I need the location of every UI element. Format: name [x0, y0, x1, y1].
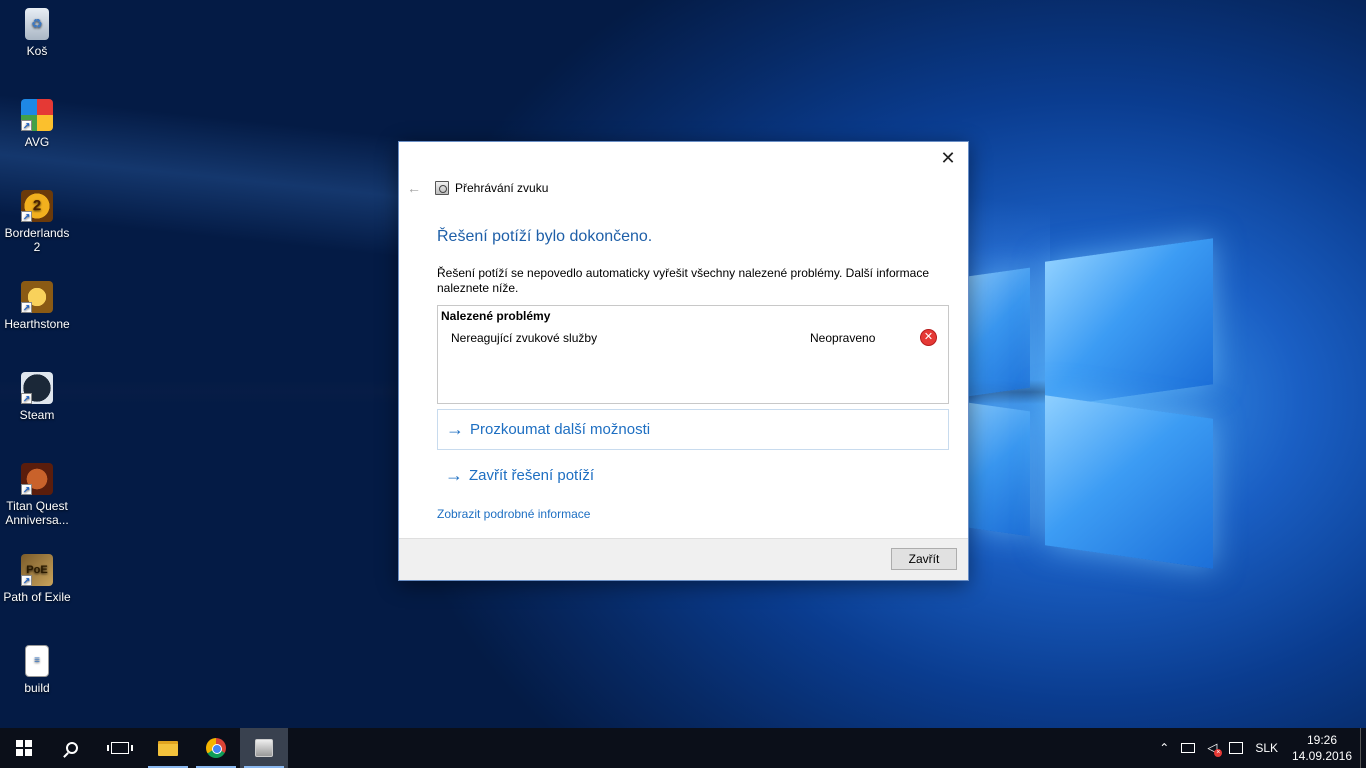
path-of-exile-icon: PoE ↗ [21, 554, 53, 586]
task-view-icon [107, 742, 133, 754]
arrow-right-icon: → [446, 419, 464, 439]
clock-button[interactable]: 19:26 14.09.2016 [1284, 728, 1360, 768]
windows-logo-icon [16, 740, 32, 756]
chrome-icon [206, 738, 226, 758]
dialog-heading: Řešení potíží bylo dokončeno. [437, 228, 653, 245]
input-language-button[interactable]: SLK [1249, 728, 1284, 768]
wallpaper-logo-pane [1045, 238, 1213, 408]
desktop-icon-label: Hearthstone [4, 317, 70, 331]
desktop-icon-borderlands-2[interactable]: 2 ↗ Borderlands 2 [0, 190, 74, 254]
back-arrow-icon[interactable]: ← [407, 180, 427, 196]
volume-button[interactable]: ◁ × [1201, 728, 1223, 768]
shortcut-arrow-icon: ↗ [21, 120, 32, 131]
desktop-icon-avg[interactable]: ↗ AVG [0, 99, 74, 149]
hearthstone-icon: ↗ [21, 281, 53, 313]
desktop-icon-path-of-exile[interactable]: PoE ↗ Path of Exile [0, 554, 74, 604]
folder-icon [158, 740, 178, 756]
desktop-icon-label: Borderlands 2 [4, 226, 70, 254]
taskbar-troubleshooter[interactable] [240, 728, 288, 768]
wallpaper-logo-pane [968, 402, 1030, 537]
desktop-icon-label: Koš [26, 44, 48, 58]
mute-badge-icon: × [1214, 749, 1223, 757]
troubleshooter-app-icon [435, 181, 449, 195]
dialog-footer: Zavřít [399, 538, 968, 580]
titan-quest-icon: ↗ [21, 463, 53, 495]
desktop-icon-label: AVG [24, 135, 50, 149]
network-button[interactable] [1175, 728, 1201, 768]
clock-date: 14.09.2016 [1291, 749, 1353, 763]
system-tray: ⌃ ◁ × SLK 19:26 14.09.2016 [1153, 728, 1366, 768]
task-view-button[interactable] [96, 728, 144, 768]
close-button[interactable]: Zavřít [891, 548, 957, 570]
shortcut-arrow-icon: ↗ [21, 302, 32, 313]
view-details-link[interactable]: Zobrazit podrobné informace [437, 507, 590, 521]
desktop-icon-build[interactable]: ≡ build [0, 645, 74, 695]
start-button[interactable] [0, 728, 48, 768]
search-icon [66, 742, 78, 754]
desktop-icon-label: build [24, 681, 50, 695]
steam-icon: ↗ [21, 372, 53, 404]
arrow-right-icon: → [445, 465, 463, 485]
troubleshooter-icon [255, 739, 273, 757]
desktop-icon-steam[interactable]: ↗ Steam [0, 372, 74, 422]
dialog-nav-title: Přehrávání zvuku [455, 181, 549, 195]
explore-options-label: Prozkoumat další možnosti [470, 421, 651, 438]
action-center-button[interactable] [1223, 728, 1249, 768]
network-icon [1181, 743, 1196, 753]
taskbar-file-explorer[interactable] [144, 728, 192, 768]
borderlands-glyph: 2 [32, 197, 42, 214]
desktop-icon-label: Steam [19, 408, 55, 422]
close-icon[interactable]: ✕ [934, 146, 962, 170]
desktop-icon-titan-quest[interactable]: ↗ Titan Quest Anniversa... [0, 463, 74, 527]
shortcut-arrow-icon: ↗ [21, 211, 32, 222]
desktop-icon-hearthstone[interactable]: ↗ Hearthstone [0, 281, 74, 331]
notification-icon [1229, 742, 1244, 754]
borderlands-icon: 2 ↗ [21, 190, 53, 222]
close-troubleshooter-label: Zavřít řešení potíží [469, 467, 595, 484]
text-file-icon: ≡ [25, 645, 49, 677]
explore-options-link[interactable]: → Prozkoumat další možnosti [437, 409, 949, 450]
shortcut-arrow-icon: ↗ [21, 393, 32, 404]
issue-name: Nereagující zvukové služby [451, 331, 598, 345]
recycle-bin-icon: ♻ [25, 8, 49, 40]
shortcut-arrow-icon: ↗ [21, 484, 32, 495]
show-desktop-button[interactable] [1360, 728, 1366, 768]
dialog-description: Řešení potíží se nepovedlo automaticky v… [437, 266, 930, 295]
error-icon: ✕ [920, 329, 937, 346]
taskbar: ⌃ ◁ × SLK 19:26 14.09.2016 [0, 728, 1366, 768]
clock-time: 19:26 [1306, 733, 1338, 747]
wallpaper-logo-pane [968, 267, 1030, 397]
show-hidden-icons-button[interactable]: ⌃ [1153, 728, 1175, 768]
list-item[interactable]: Nereagující zvukové služby Neopraveno ✕ [438, 328, 948, 348]
desktop-icon-recycle-bin[interactable]: ♻ Koš [0, 8, 74, 58]
close-troubleshooter-link[interactable]: → Zavřít řešení potíží [437, 455, 949, 496]
shortcut-arrow-icon: ↗ [21, 575, 32, 586]
wallpaper-logo-pane [1045, 395, 1213, 569]
troubleshooter-dialog: ✕ ← Přehrávání zvuku Řešení potíží bylo … [398, 141, 969, 581]
avg-icon: ↗ [21, 99, 53, 131]
desktop-icon-label: Path of Exile [3, 590, 71, 604]
desktop-icon-label: Titan Quest Anniversa... [5, 499, 69, 527]
dialog-nav-row: ← Přehrávání zvuku [407, 178, 548, 198]
issues-list: Nalezené problémy Nereagující zvukové sl… [437, 305, 949, 404]
issues-header: Nalezené problémy [441, 309, 551, 323]
search-button[interactable] [48, 728, 96, 768]
taskbar-chrome[interactable] [192, 728, 240, 768]
issue-status: Neopraveno [810, 331, 876, 345]
